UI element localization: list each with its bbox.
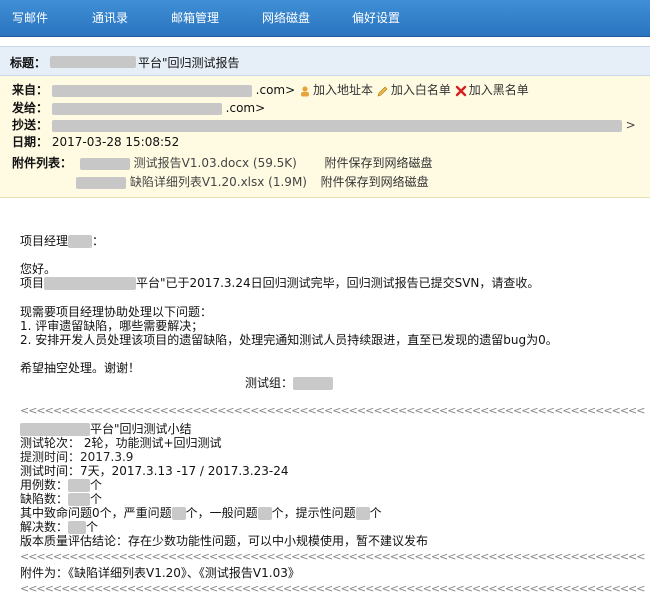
redacted-block xyxy=(355,507,370,520)
attachment-row-1: 附件列表： 测试报告V1.03.docx (59.5K) 附件保存到网络磁盘 xyxy=(12,155,433,171)
redacted-block xyxy=(51,119,622,132)
nav-network-disk[interactable]: 网络磁盘 xyxy=(262,0,310,37)
redacted-block xyxy=(68,479,91,492)
redacted-block xyxy=(76,176,126,189)
separator-line: <<<<<<<<<<<<<<<<<<<<<<<<<<<<<<<<<<<<<<<<… xyxy=(20,550,645,563)
red-x-icon xyxy=(455,85,466,96)
date-label: 日期： xyxy=(12,135,49,149)
add-address-book-link[interactable]: 加入地址本 xyxy=(299,83,377,97)
request-line: 现需要项目经理协助处理以下问题： xyxy=(20,305,213,319)
redacted-block xyxy=(51,102,222,115)
hope-line: 希望抽空处理。谢谢！ xyxy=(20,361,141,375)
request-item-2: 2. 安排开发人员处理该项目的遗留缺陷，处理完通知测试人员持续跟进，直至已发现的… xyxy=(20,333,558,347)
add-whitelist-link[interactable]: 加入白名单 xyxy=(377,83,455,97)
redacted-block xyxy=(68,235,93,248)
cc-label: 抄送： xyxy=(12,118,49,132)
case-count: 用例数：个 xyxy=(20,478,103,492)
team-line: 测试组： xyxy=(245,376,334,390)
redacted-block xyxy=(20,423,90,436)
date-value: 2017-03-28 15:08:52 xyxy=(51,135,180,149)
greeting-line: 项目经理： xyxy=(20,234,105,248)
redacted-block xyxy=(44,277,137,290)
request-item-1: 1. 评审遗留缺陷，哪些需要解决； xyxy=(20,319,204,333)
attachment-label: 附件列表： xyxy=(12,156,73,170)
redacted-block xyxy=(50,56,136,68)
from-suffix: .com> xyxy=(255,83,296,97)
attachments-line: 附件为：《缺陷详细列表V1.20》、《测试报告V1.03》 xyxy=(20,566,300,580)
hello-line: 您好。 xyxy=(20,262,57,276)
separator-line: <<<<<<<<<<<<<<<<<<<<<<<<<<<<<<<<<<<<<<<<… xyxy=(20,582,645,595)
redacted-block xyxy=(171,507,186,520)
severity-line: 其中致命问题0个，严重问题 个，一般问题 个，提示性问题个 xyxy=(20,506,382,520)
save-to-disk-link-2[interactable]: 附件保存到网络磁盘 xyxy=(321,175,429,189)
quality-conclusion: 版本质量评估结论：存在少数功能性问题，可以中小规模使用，暂不建议发布 xyxy=(20,534,429,548)
attachment-name-1[interactable]: 测试报告V1.03.docx (59.5K) xyxy=(134,156,297,170)
subject-bar: 标题： 平台"回归测试报告 xyxy=(0,46,650,76)
cc-row: 抄送： > xyxy=(12,118,636,132)
person-icon xyxy=(301,85,309,96)
test-round: 测试轮次： 2轮，功能测试+回归测试 xyxy=(20,436,222,450)
nav-contacts[interactable]: 通讯录 xyxy=(92,0,128,37)
defect-count: 缺陷数：个 xyxy=(20,492,103,506)
test-time: 测试时间：7天，2017.3.13 -17 / 2017.3.23-24 xyxy=(20,464,289,478)
solved-count: 解决数：个 xyxy=(20,520,99,534)
to-row: 发给： .com> xyxy=(12,100,265,116)
date-row: 日期： 2017-03-28 15:08:52 xyxy=(12,134,179,150)
save-to-disk-link-1[interactable]: 附件保存到网络磁盘 xyxy=(325,156,433,170)
to-suffix: .com> xyxy=(225,101,266,115)
summary-title: 平台"回归测试小结 xyxy=(20,422,192,436)
redacted-block xyxy=(257,507,272,520)
top-nav: 写邮件 通讯录 邮箱管理 网络磁盘 偏好设置 xyxy=(0,0,650,37)
announcement-line: 项目 平台"已于2017.3.24日回归测试完毕，回归测试报告已提交SVN，请查收… xyxy=(20,276,540,290)
mail-header: 来自： .com> 加入地址本 加入白名单 加入黑名单 发给： .com> 抄送… xyxy=(0,76,650,198)
attachment-row-2: 缺陷详细列表V1.20.xlsx (1.9M) 附件保存到网络磁盘 xyxy=(76,174,429,190)
from-row: 来自： .com> 加入地址本 加入白名单 加入黑名单 xyxy=(12,82,529,98)
attachment-name-2[interactable]: 缺陷详细列表V1.20.xlsx (1.9M) xyxy=(130,175,307,189)
nav-compose[interactable]: 写邮件 xyxy=(12,0,48,37)
redacted-block xyxy=(79,157,130,170)
redacted-block xyxy=(51,84,252,97)
redacted-block xyxy=(68,493,91,506)
from-label: 来自： xyxy=(12,83,49,97)
redacted-block xyxy=(68,521,87,534)
pencil-icon xyxy=(377,86,388,96)
add-blacklist-link[interactable]: 加入黑名单 xyxy=(455,83,529,97)
subject-text: 平台"回归测试报告 xyxy=(138,56,240,70)
nav-mailbox-settings[interactable]: 邮箱管理 xyxy=(171,0,219,37)
subject-label: 标题： xyxy=(10,56,47,70)
to-label: 发给： xyxy=(12,101,49,115)
submit-time: 提测时间：2017.3.9 xyxy=(20,450,134,464)
mail-body: 项目经理： 您好。 项目 平台"已于2017.3.24日回归测试完毕，回归测试报告… xyxy=(0,198,650,597)
separator-line: <<<<<<<<<<<<<<<<<<<<<<<<<<<<<<<<<<<<<<<<… xyxy=(20,404,645,417)
nav-preferences[interactable]: 偏好设置 xyxy=(352,0,400,37)
redacted-block xyxy=(293,377,334,390)
